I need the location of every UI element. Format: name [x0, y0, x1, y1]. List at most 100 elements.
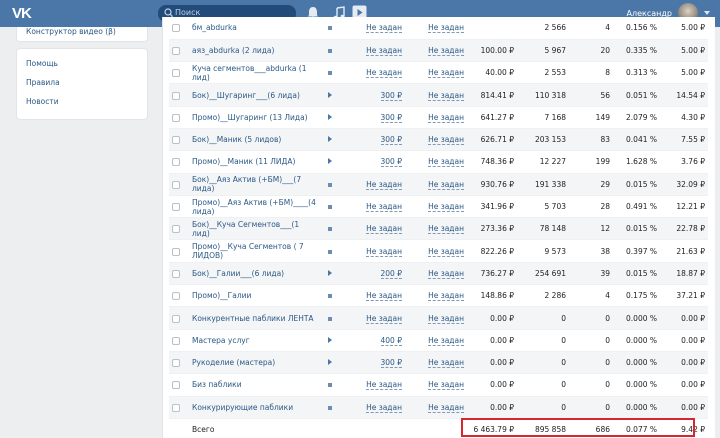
table-row[interactable]: Бок)__Шугаринг___(6 лида) 300 ₽ Не задан 81…: [169, 83, 708, 107]
table-row[interactable]: Бок)__Галии___(6 лида) 200 ₽ Не задан 736.2…: [169, 262, 708, 286]
budget-limit[interactable]: Не задан: [428, 358, 464, 369]
row-checkbox[interactable]: [172, 247, 180, 256]
budget-limit[interactable]: Не задан: [428, 202, 464, 213]
price-limit[interactable]: 300 ₽: [380, 135, 402, 146]
campaign-name[interactable]: Бок)__Шугаринг___(6 лида): [192, 91, 316, 100]
budget-limit[interactable]: Не задан: [428, 45, 464, 56]
price-limit[interactable]: Не задан: [366, 380, 402, 391]
stopped-icon[interactable]: [328, 249, 332, 254]
play-icon[interactable]: [328, 91, 332, 98]
sidebar-link-news[interactable]: Новости: [26, 97, 59, 106]
stopped-icon[interactable]: [328, 205, 332, 210]
table-row[interactable]: Мастера услуг 400 ₽ Не задан 0.00 ₽0 0 0.000 …: [169, 329, 708, 352]
campaign-name[interactable]: Бок)__Куча Сегментов___(1 лид): [192, 220, 316, 238]
row-checkbox[interactable]: [172, 381, 180, 390]
table-row[interactable]: бм_abdurka Не задан Не задан 2 566 4 0.156 % 5…: [169, 17, 708, 40]
campaign-name[interactable]: Промо)__Галии: [192, 291, 316, 300]
price-limit[interactable]: 400 ₽: [380, 335, 402, 346]
price-limit[interactable]: Не задан: [366, 224, 402, 235]
price-limit[interactable]: 200 ₽: [380, 268, 402, 279]
campaign-name[interactable]: бм_abdurka: [192, 23, 316, 32]
table-row[interactable]: Бок)__Аяз Актив (+БМ)___(7 лида) Не задан…: [169, 173, 708, 196]
budget-limit[interactable]: Не задан: [428, 313, 464, 324]
row-checkbox[interactable]: [172, 113, 180, 122]
campaign-name[interactable]: Биз паблики: [192, 380, 316, 389]
campaign-name[interactable]: Промо)__Куча Сегментов ( 7 ЛИДОВ): [192, 242, 316, 260]
budget-limit[interactable]: Не задан: [428, 380, 464, 391]
table-row[interactable]: Промо)__Куча Сегментов ( 7 ЛИДОВ) Не зада…: [169, 239, 708, 263]
budget-limit[interactable]: Не задан: [428, 157, 464, 168]
sidebar-constructor-item[interactable]: Конструктор видео (β): [16, 27, 148, 42]
stopped-icon[interactable]: [328, 294, 332, 299]
price-limit[interactable]: 300 ₽: [380, 112, 402, 123]
play-icon[interactable]: [328, 136, 332, 143]
stopped-icon[interactable]: [328, 71, 332, 76]
budget-limit[interactable]: Не задан: [428, 135, 464, 146]
price-limit[interactable]: Не задан: [366, 45, 402, 56]
row-checkbox[interactable]: [172, 314, 180, 323]
stopped-icon[interactable]: [328, 227, 332, 232]
campaign-name[interactable]: Бок)__Аяз Актив (+БМ)___(7 лида): [192, 175, 316, 193]
play-icon[interactable]: [328, 336, 332, 343]
budget-limit[interactable]: Не задан: [428, 291, 464, 302]
campaign-name[interactable]: Промо)__Шугаринг (13 Лида): [192, 113, 316, 122]
row-checkbox[interactable]: [172, 403, 180, 412]
campaign-name[interactable]: Промо)__Маник (11 ЛИДА): [192, 157, 316, 166]
budget-limit[interactable]: Не задан: [428, 402, 464, 413]
stopped-icon[interactable]: [328, 316, 332, 321]
sidebar-link-help[interactable]: Помощь: [26, 59, 58, 68]
price-limit[interactable]: Не задан: [366, 246, 402, 257]
budget-limit[interactable]: Не задан: [428, 335, 464, 346]
price-limit[interactable]: Не задан: [366, 291, 402, 302]
campaign-name[interactable]: Куча сегментов___abdurka (1 лид): [192, 64, 316, 82]
play-icon[interactable]: [328, 113, 332, 120]
table-row[interactable]: Конкурентные паблики ЛЕНТА Не задан Не зад…: [169, 306, 708, 330]
price-limit[interactable]: Не задан: [366, 68, 402, 79]
play-icon[interactable]: [328, 158, 332, 165]
price-limit[interactable]: 300 ₽: [380, 358, 402, 369]
row-checkbox[interactable]: [172, 203, 180, 212]
row-checkbox[interactable]: [172, 269, 180, 278]
campaign-name[interactable]: аяз_abdurka (2 лида): [192, 46, 316, 55]
vk-logo[interactable]: VK: [12, 5, 32, 22]
stopped-icon[interactable]: [328, 405, 332, 410]
table-row[interactable]: Конкурирующие паблики Не задан Не задан 0.0…: [169, 396, 708, 419]
price-limit[interactable]: Не задан: [366, 402, 402, 413]
price-limit[interactable]: 300 ₽: [380, 157, 402, 168]
table-row[interactable]: Рукоделие (мастера) 300 ₽ Не задан 0.00 ₽0 0…: [169, 351, 708, 375]
stopped-icon[interactable]: [328, 383, 332, 388]
table-row[interactable]: аяз_abdurka (2 лида) Не задан Не задан 100.…: [169, 39, 708, 63]
budget-limit[interactable]: Не задан: [428, 179, 464, 190]
campaign-name[interactable]: Мастера услуг: [192, 336, 316, 345]
budget-limit[interactable]: Не задан: [428, 23, 464, 34]
table-row[interactable]: Промо)__Галии Не задан Не задан 148.86 ₽2 2…: [169, 284, 708, 308]
campaign-name[interactable]: Бок)__Галии___(6 лида): [192, 269, 316, 278]
budget-limit[interactable]: Не задан: [428, 246, 464, 257]
table-row[interactable]: Промо)__Аяз Актив (+БМ)____(4 лида) Не за…: [169, 195, 708, 219]
campaign-name[interactable]: Рукоделие (мастера): [192, 358, 316, 367]
price-limit[interactable]: Не задан: [366, 202, 402, 213]
play-icon[interactable]: [328, 269, 332, 276]
row-checkbox[interactable]: [172, 336, 180, 345]
sidebar-link-rules[interactable]: Правила: [26, 78, 60, 87]
budget-limit[interactable]: Не задан: [428, 112, 464, 123]
table-row[interactable]: Промо)__Маник (11 ЛИДА) 300 ₽ Не задан 748.…: [169, 150, 708, 174]
stopped-icon[interactable]: [328, 182, 332, 187]
play-icon[interactable]: [328, 359, 332, 366]
table-row[interactable]: Бок)__Маник (5 лидов) 300 ₽ Не задан 626.71…: [169, 128, 708, 152]
row-checkbox[interactable]: [172, 69, 180, 78]
table-row[interactable]: Куча сегментов___abdurka (1 лид) Не задан…: [169, 61, 708, 85]
table-row[interactable]: Промо)__Шугаринг (13 Лида) 300 ₽ Не задан 6…: [169, 106, 708, 129]
table-row[interactable]: Бок)__Куча Сегментов___(1 лид) Не задан Не…: [169, 217, 708, 241]
row-checkbox[interactable]: [172, 91, 180, 100]
row-checkbox[interactable]: [172, 136, 180, 145]
chevron-down-icon[interactable]: [704, 11, 710, 15]
row-checkbox[interactable]: [172, 359, 180, 368]
price-limit[interactable]: 300 ₽: [380, 90, 402, 101]
table-row[interactable]: Биз паблики Не задан Не задан 0.00 ₽0 0 0.000…: [169, 373, 708, 397]
row-checkbox[interactable]: [172, 180, 180, 189]
campaign-name[interactable]: Бок)__Маник (5 лидов): [192, 135, 316, 144]
row-checkbox[interactable]: [172, 158, 180, 167]
budget-limit[interactable]: Не задан: [428, 68, 464, 79]
stopped-icon[interactable]: [328, 26, 332, 31]
